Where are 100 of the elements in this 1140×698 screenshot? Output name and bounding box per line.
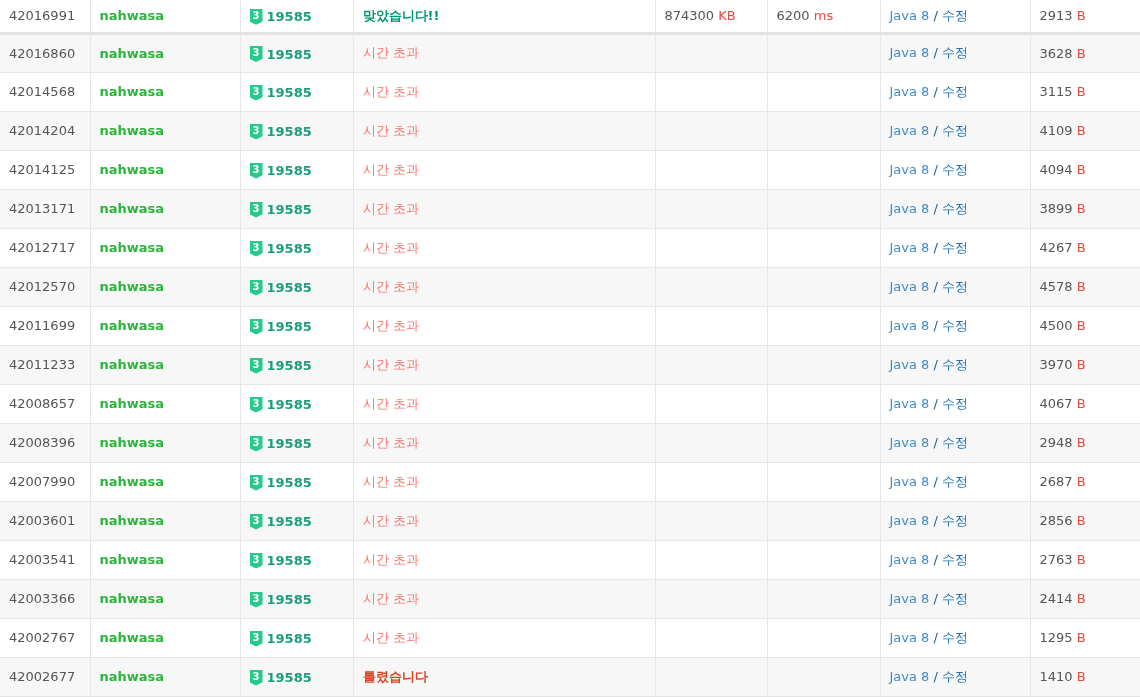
result-text: 시간 초과 <box>362 356 419 372</box>
code-length: 4267 <box>1039 240 1073 255</box>
language-link[interactable]: Java 8 <box>889 356 930 372</box>
problem-link[interactable]: 3 19585 <box>249 279 312 296</box>
user-link[interactable]: nahwasa <box>99 240 165 255</box>
user-link[interactable]: nahwasa <box>99 279 165 294</box>
problem-link[interactable]: 3 19585 <box>249 357 312 374</box>
problem-link[interactable]: 3 19585 <box>249 435 312 452</box>
separator: / <box>933 317 938 333</box>
language-link[interactable]: Java 8 <box>889 7 930 23</box>
user-link[interactable]: nahwasa <box>99 45 165 61</box>
problem-link[interactable]: 3 19585 <box>249 396 312 413</box>
language-link[interactable]: Java 8 <box>889 122 930 138</box>
code-length: 1295 <box>1039 630 1073 645</box>
problem-link[interactable]: 3 19585 <box>249 46 312 62</box>
language-link[interactable]: Java 8 <box>889 239 930 255</box>
submission-id: 42012570 <box>9 279 76 294</box>
edit-link[interactable]: 수정 <box>941 83 968 99</box>
user-link[interactable]: nahwasa <box>99 552 165 567</box>
language-link[interactable]: Java 8 <box>889 668 930 684</box>
unit-label: B <box>1076 123 1086 138</box>
edit-link[interactable]: 수정 <box>941 122 968 138</box>
language-link[interactable]: Java 8 <box>889 434 930 450</box>
language-link[interactable]: Java 8 <box>889 395 930 411</box>
edit-link[interactable]: 수정 <box>941 278 968 294</box>
edit-link[interactable]: 수정 <box>941 590 968 606</box>
language-link[interactable]: Java 8 <box>889 473 930 489</box>
edit-link[interactable]: 수정 <box>941 395 968 411</box>
edit-link[interactable]: 수정 <box>941 551 968 567</box>
code-length: 2763 <box>1039 552 1073 567</box>
result-text: 시간 초과 <box>362 45 419 60</box>
result-text: 시간 초과 <box>362 395 419 411</box>
edit-link[interactable]: 수정 <box>941 629 968 645</box>
tier-badge-icon: 3 <box>249 630 263 647</box>
separator: / <box>933 83 938 99</box>
user-link[interactable]: nahwasa <box>99 123 165 138</box>
problem-link[interactable]: 3 19585 <box>249 669 312 686</box>
problem-link[interactable]: 3 19585 <box>249 591 312 608</box>
language-link[interactable]: Java 8 <box>889 512 930 528</box>
edit-link[interactable]: 수정 <box>941 668 968 684</box>
user-link[interactable]: nahwasa <box>99 162 165 177</box>
problem-link[interactable]: 3 19585 <box>249 123 312 140</box>
language-link[interactable]: Java 8 <box>889 83 930 99</box>
edit-link[interactable]: 수정 <box>941 45 968 60</box>
user-link[interactable]: nahwasa <box>99 669 165 684</box>
problem-link[interactable]: 3 19585 <box>249 162 312 179</box>
edit-link[interactable]: 수정 <box>941 239 968 255</box>
edit-link[interactable]: 수정 <box>941 161 968 177</box>
separator: / <box>933 239 938 255</box>
user-link[interactable]: nahwasa <box>99 357 165 372</box>
user-link[interactable]: nahwasa <box>99 513 165 528</box>
user-link[interactable]: nahwasa <box>99 591 165 606</box>
submission-id: 42003541 <box>9 552 76 567</box>
unit-label: B <box>1076 630 1086 645</box>
edit-link[interactable]: 수정 <box>941 434 968 450</box>
language-link[interactable]: Java 8 <box>889 45 930 60</box>
tier-badge-icon: 3 <box>249 396 263 413</box>
problem-link[interactable]: 3 19585 <box>249 630 312 647</box>
user-link[interactable]: nahwasa <box>99 396 165 411</box>
problem-link[interactable]: 3 19585 <box>249 84 312 101</box>
unit-label: B <box>1076 396 1086 411</box>
language-link[interactable]: Java 8 <box>889 629 930 645</box>
language-link[interactable]: Java 8 <box>889 551 930 567</box>
unit-label: B <box>1076 279 1086 294</box>
problem-link[interactable]: 3 19585 <box>249 201 312 218</box>
problem-link[interactable]: 3 19585 <box>249 474 312 491</box>
user-link[interactable]: nahwasa <box>99 84 165 99</box>
user-link[interactable]: nahwasa <box>99 318 165 333</box>
user-link[interactable]: nahwasa <box>99 8 165 24</box>
tier-badge-icon: 3 <box>249 669 263 686</box>
language-link[interactable]: Java 8 <box>889 278 930 294</box>
tier-badge-icon: 3 <box>249 8 263 25</box>
problem-link[interactable]: 3 19585 <box>249 8 312 25</box>
code-length: 3899 <box>1039 201 1073 216</box>
user-link[interactable]: nahwasa <box>99 630 165 645</box>
unit-label: B <box>1076 318 1086 333</box>
result-text: 시간 초과 <box>362 83 419 99</box>
code-length: 3970 <box>1039 357 1073 372</box>
edit-link[interactable]: 수정 <box>941 473 968 489</box>
tier-badge-icon: 3 <box>249 591 263 608</box>
language-link[interactable]: Java 8 <box>889 161 930 177</box>
user-link[interactable]: nahwasa <box>99 435 165 450</box>
language-link[interactable]: Java 8 <box>889 200 930 216</box>
user-link[interactable]: nahwasa <box>99 474 165 489</box>
edit-link[interactable]: 수정 <box>941 356 968 372</box>
edit-link[interactable]: 수정 <box>941 7 968 23</box>
problem-link[interactable]: 3 19585 <box>249 513 312 530</box>
user-link[interactable]: nahwasa <box>99 201 165 216</box>
edit-link[interactable]: 수정 <box>941 200 968 216</box>
edit-link[interactable]: 수정 <box>941 512 968 528</box>
problem-link[interactable]: 3 19585 <box>249 318 312 335</box>
edit-link[interactable]: 수정 <box>941 317 968 333</box>
tier-badge-icon: 3 <box>249 123 263 140</box>
submission-id: 42007990 <box>9 474 76 489</box>
language-link[interactable]: Java 8 <box>889 590 930 606</box>
result-text: 시간 초과 <box>362 161 419 177</box>
unit-label: B <box>1076 513 1086 528</box>
problem-link[interactable]: 3 19585 <box>249 552 312 569</box>
problem-link[interactable]: 3 19585 <box>249 240 312 257</box>
language-link[interactable]: Java 8 <box>889 317 930 333</box>
